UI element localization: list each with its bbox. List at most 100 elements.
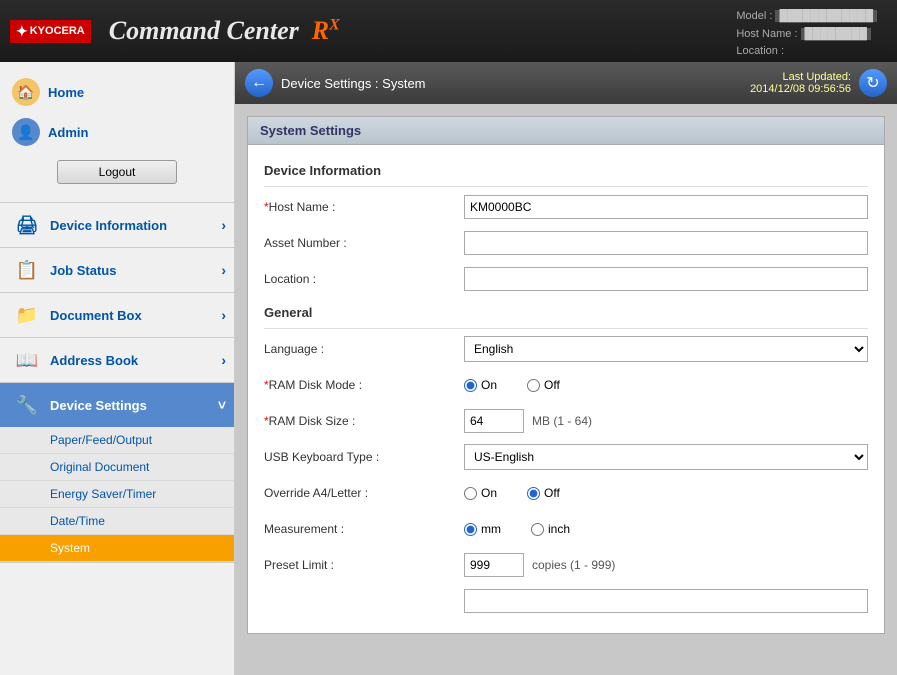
ram-disk-mode-field-label: RAM Disk Mode :: [269, 378, 362, 392]
device-settings-label: Device Settings: [50, 398, 147, 413]
location-field-label: Location :: [264, 272, 464, 286]
last-updated-value: 2014/12/08 09:56:56: [750, 83, 851, 95]
form-row-measurement: Measurement : mm inch: [264, 515, 868, 543]
submenu-original-doc[interactable]: Original Document: [0, 454, 234, 481]
hostname-value: ████████: [801, 28, 871, 40]
measurement-inch-radio[interactable]: [531, 523, 544, 536]
partial-input[interactable]: [464, 589, 868, 613]
home-icon: 🏠: [12, 78, 40, 106]
address-book-label: Address Book: [50, 353, 138, 368]
asset-number-input-wrapper: [464, 231, 868, 255]
language-select-wrapper: English Japanese French German Spanish: [464, 336, 868, 362]
nav-section-device-info: 🖨 Device Information ›: [0, 203, 234, 248]
document-box-icon: 📁: [12, 303, 42, 327]
usb-keyboard-select[interactable]: US-English UK-English German French: [464, 444, 868, 470]
measurement-mm-radio[interactable]: [464, 523, 477, 536]
section-device-info: Device Information: [264, 163, 868, 180]
ram-disk-mode-on-label: On: [481, 378, 497, 392]
location-input[interactable]: [464, 267, 868, 291]
measurement-mm-option[interactable]: mm: [464, 522, 501, 536]
chevron-down-icon: ˅: [218, 397, 226, 413]
ram-disk-mode-off-radio[interactable]: [527, 379, 540, 392]
sidebar-item-home[interactable]: 🏠 Home: [0, 72, 234, 112]
ram-disk-mode-off-option[interactable]: Off: [527, 378, 560, 392]
admin-label: Admin: [48, 125, 88, 140]
ram-disk-mode-on-radio[interactable]: [464, 379, 477, 392]
sidebar-item-device-settings[interactable]: 🔧 Device Settings ˅: [0, 383, 234, 427]
device-info-icon: 🖨: [12, 213, 42, 237]
header-info: Model : ████████████ Host Name : ███████…: [736, 8, 877, 61]
brand-suffix: RX: [305, 16, 340, 45]
partial-input-wrapper: [464, 589, 868, 613]
logout-button[interactable]: Logout: [57, 160, 177, 184]
kyocera-logo: ✦ KYOCERA: [10, 20, 91, 43]
refresh-button[interactable]: ↻: [859, 69, 887, 97]
form-row-override-a4: Override A4/Letter : On Off: [264, 479, 868, 507]
hostname-label: *Host Name :: [264, 200, 464, 214]
location-label: Location :: [736, 45, 784, 57]
job-status-icon: 📋: [12, 258, 42, 282]
device-settings-icon: 🔧: [12, 393, 42, 417]
form-row-hostname: *Host Name :: [264, 193, 868, 221]
override-a4-on-option[interactable]: On: [464, 486, 497, 500]
ram-disk-mode-off-label: Off: [544, 378, 560, 392]
submenu-energy-saver[interactable]: Energy Saver/Timer: [0, 481, 234, 508]
measurement-inch-label: inch: [548, 522, 570, 536]
preset-limit-input[interactable]: [464, 553, 524, 577]
measurement-inch-option[interactable]: inch: [531, 522, 570, 536]
ram-disk-mode-on-option[interactable]: On: [464, 378, 497, 392]
last-updated-label: Last Updated:: [750, 71, 851, 83]
ram-disk-size-hint: MB (1 - 64): [532, 414, 592, 428]
asset-number-input[interactable]: [464, 231, 868, 255]
ram-disk-size-input[interactable]: [464, 409, 524, 433]
override-a4-radio-group: On Off: [464, 486, 868, 500]
job-status-label: Job Status: [50, 263, 116, 278]
override-a4-on-radio[interactable]: [464, 487, 477, 500]
sidebar-item-job-status[interactable]: 📋 Job Status ›: [0, 248, 234, 292]
override-a4-off-radio[interactable]: [527, 487, 540, 500]
override-a4-on-label: On: [481, 486, 497, 500]
submenu-system[interactable]: System: [0, 535, 234, 562]
ram-disk-mode-radios: On Off: [464, 378, 868, 392]
chevron-right-icon-4: ›: [221, 352, 226, 368]
chevron-right-icon-3: ›: [221, 307, 226, 323]
submenu-date-time[interactable]: Date/Time: [0, 508, 234, 535]
home-link[interactable]: Home: [48, 85, 84, 100]
measurement-radio-group: mm inch: [464, 522, 868, 536]
nav-top: 🏠 Home 👤 Admin Logout: [0, 62, 234, 203]
system-settings-panel: System Settings Device Information *Host…: [247, 116, 885, 634]
sidebar-item-device-information[interactable]: 🖨 Device Information ›: [0, 203, 234, 247]
ram-disk-size-field-label: RAM Disk Size :: [269, 414, 356, 428]
section-general: General: [264, 305, 868, 322]
sidebar-item-admin[interactable]: 👤 Admin: [0, 112, 234, 152]
back-button[interactable]: ←: [245, 69, 273, 97]
submenu-paper-feed[interactable]: Paper/Feed/Output: [0, 427, 234, 454]
hostname-input[interactable]: [464, 195, 868, 219]
breadcrumb: Device Settings : System: [281, 76, 742, 91]
hostname-label: Host Name :: [736, 28, 797, 40]
ram-disk-mode-label: *RAM Disk Mode :: [264, 378, 464, 392]
header: ✦ KYOCERA Command Center RX Model : ████…: [0, 0, 897, 62]
ram-disk-size-input-wrapper: MB (1 - 64): [464, 409, 868, 433]
preset-limit-input-wrapper: copies (1 - 999): [464, 553, 868, 577]
divider-2: [264, 328, 868, 329]
form-row-preset-limit: Preset Limit : copies (1 - 999): [264, 551, 868, 579]
measurement-radios: mm inch: [464, 522, 868, 536]
panel-body: Device Information *Host Name : Asset N: [248, 145, 884, 633]
divider-1: [264, 186, 868, 187]
asset-number-label: Asset Number :: [264, 236, 464, 250]
preset-limit-label: Preset Limit :: [264, 558, 464, 572]
language-select[interactable]: English Japanese French German Spanish: [464, 336, 868, 362]
brand-name: Command Center: [109, 16, 299, 45]
model-value: ████████████: [775, 10, 877, 22]
device-info-label: Device Information: [50, 218, 167, 233]
nav-section-device-settings: 🔧 Device Settings ˅ Paper/Feed/Output Or…: [0, 383, 234, 563]
override-a4-off-option[interactable]: Off: [527, 486, 560, 500]
ram-disk-size-label: *RAM Disk Size :: [264, 414, 464, 428]
preset-limit-hint: copies (1 - 999): [532, 558, 615, 572]
sidebar-item-address-book[interactable]: 📖 Address Book ›: [0, 338, 234, 382]
ram-disk-size-group: MB (1 - 64): [464, 409, 868, 433]
address-book-icon: 📖: [12, 348, 42, 372]
sidebar-item-document-box[interactable]: 📁 Document Box ›: [0, 293, 234, 337]
location-info: Location :: [736, 43, 877, 61]
